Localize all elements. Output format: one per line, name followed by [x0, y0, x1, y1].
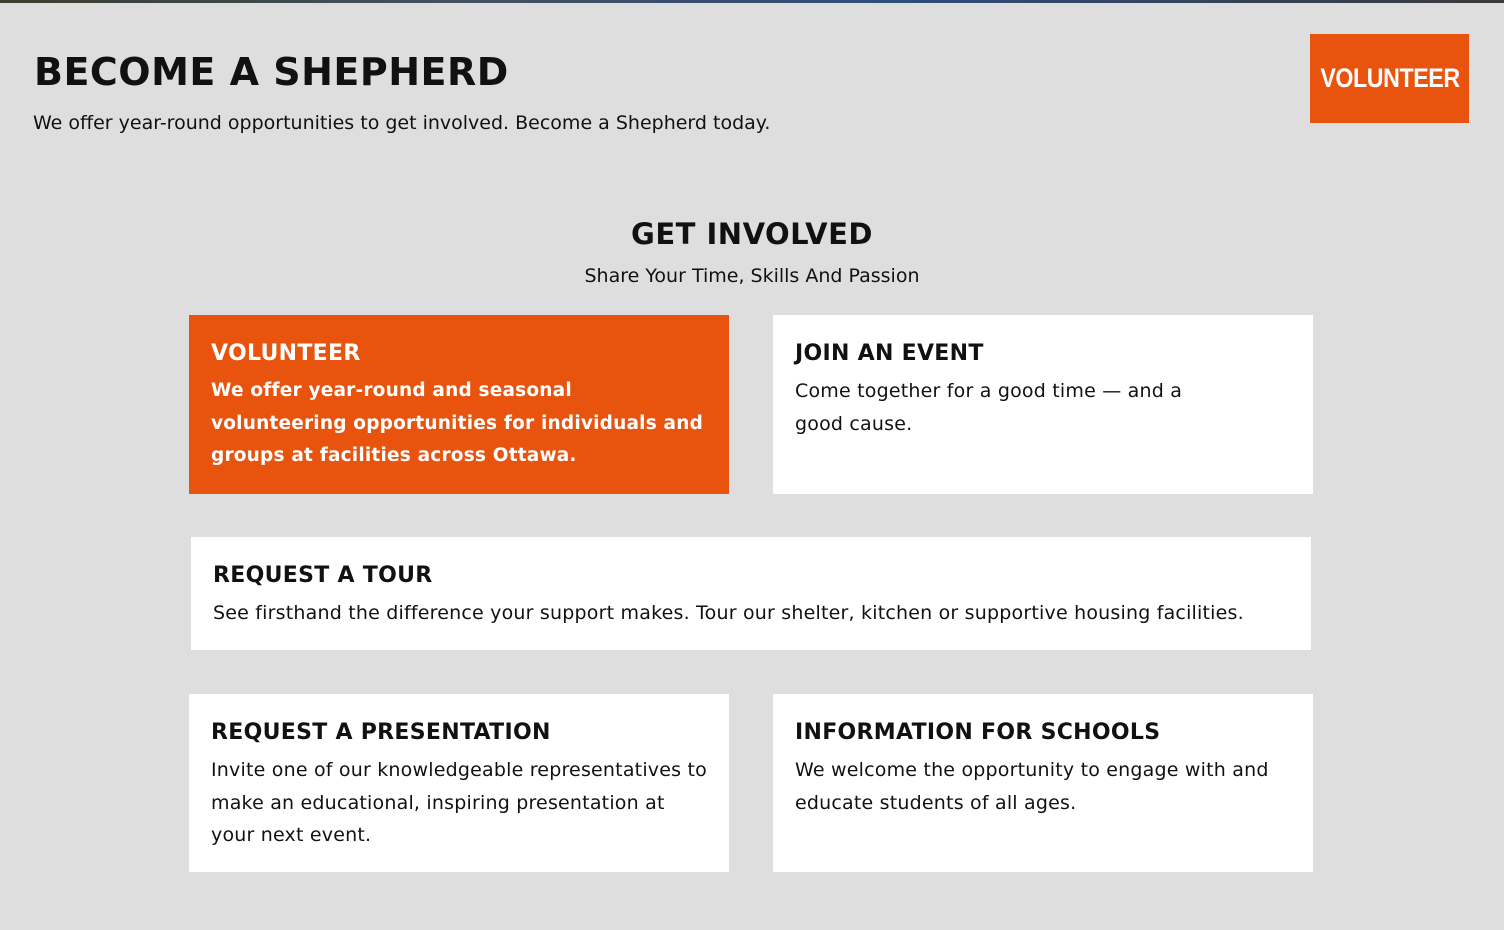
volunteer-button-label: VOLUNTEER [1319, 63, 1460, 93]
page-title: BECOME A SHEPHERD [34, 50, 509, 94]
card-title: JOIN AN EVENT [795, 341, 984, 366]
card-description: We offer year-round and seasonal volunte… [211, 380, 704, 466]
section-subtitle: Share Your Time, Skills And Passion [584, 265, 920, 287]
card-request-a-tour[interactable]: REQUEST A TOUR See firsthand the differe… [191, 537, 1311, 650]
card-information-for-schools[interactable]: INFORMATION FOR SCHOOLS We welcome the o… [773, 694, 1313, 872]
card-title: INFORMATION FOR SCHOOLS [795, 720, 1161, 745]
card-description: We welcome the opportunity to engage wit… [795, 759, 1269, 814]
volunteer-button[interactable]: VOLUNTEER [1310, 34, 1469, 123]
section-title: GET INVOLVED [631, 217, 873, 251]
card-title: REQUEST A TOUR [213, 563, 433, 588]
card-description: Come together for a good time — and a go… [795, 380, 1183, 435]
page-subtitle: We offer year-round opportunities to get… [33, 112, 771, 134]
card-join-an-event[interactable]: JOIN AN EVENT Come together for a good t… [773, 315, 1313, 494]
card-request-a-presentation[interactable]: REQUEST A PRESENTATION Invite one of our… [189, 694, 729, 872]
hero-image-edge [0, 0, 1504, 3]
card-title: VOLUNTEER [211, 341, 361, 366]
card-title: REQUEST A PRESENTATION [211, 720, 551, 745]
card-description: See firsthand the difference your suppor… [213, 602, 1244, 624]
card-description: Invite one of our knowledgeable represen… [211, 759, 707, 846]
card-volunteer[interactable]: VOLUNTEER We offer year-round and season… [189, 315, 729, 494]
